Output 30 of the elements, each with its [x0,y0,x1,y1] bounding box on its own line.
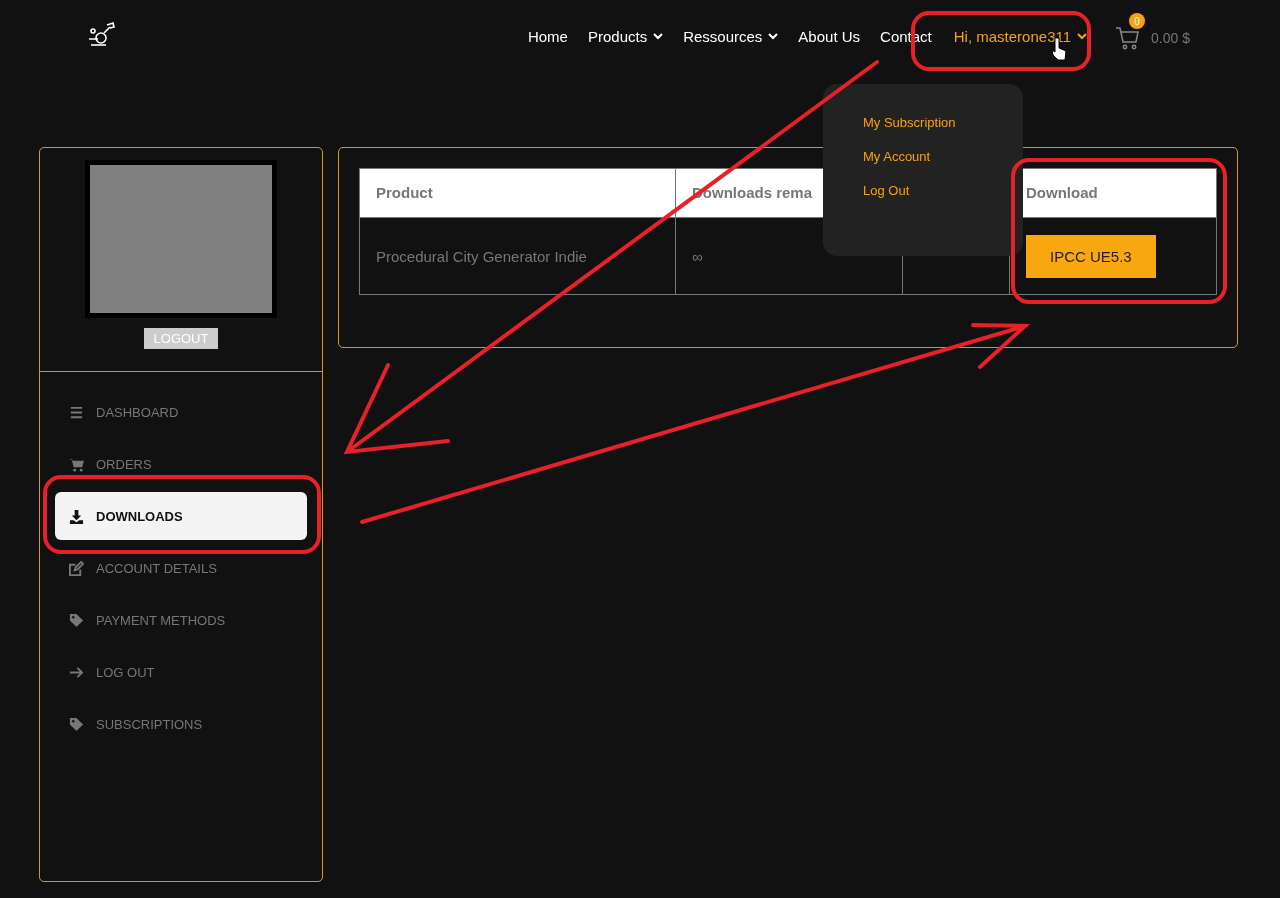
nav-link[interactable]: Home [527,27,568,45]
sidebar-menu-item[interactable]: ACCOUNT DETAILS [55,544,307,592]
sidebar-menu-item[interactable]: PAYMENT METHODS [55,596,307,644]
user-menu-link[interactable]: Hi, masterone311 [951,27,1088,45]
download-icon [69,508,84,524]
cart-count-badge: 0 [1129,13,1146,29]
tag-icon [69,716,84,732]
caret-icon [768,31,779,41]
cart-icon[interactable] [1115,25,1142,51]
column-header: Product [359,168,676,218]
nav-link[interactable]: About Us [798,27,861,45]
nav-link[interactable]: Products [587,27,664,45]
sidebar-menu-item[interactable]: DASHBOARD [55,388,307,436]
download-button[interactable]: IPCC UE5.3 [1026,234,1156,278]
sidebar-menu-item[interactable]: DOWNLOADS [55,492,307,540]
edit-icon [69,560,84,576]
table-cell: Procedural City Generator Indie [359,217,676,295]
logo-icon[interactable] [86,19,116,49]
cart-total: 0.00 $ [1151,30,1190,46]
sidebar-menu-item[interactable]: ORDERS [55,440,307,488]
nav-link[interactable]: Ressources [683,27,779,45]
caret-icon [653,31,664,41]
dropdown-menu-item[interactable]: My Subscription [863,114,1023,132]
cart-icon [69,456,84,472]
menu-icon [69,404,84,420]
caret-icon [1077,31,1088,41]
tag-icon [69,612,84,628]
sidebar-menu-item[interactable]: LOG OUT [55,648,307,696]
dropdown-menu-item[interactable]: My Account [863,148,1023,166]
sidebar-menu-item[interactable]: SUBSCRIPTIONS [55,700,307,748]
